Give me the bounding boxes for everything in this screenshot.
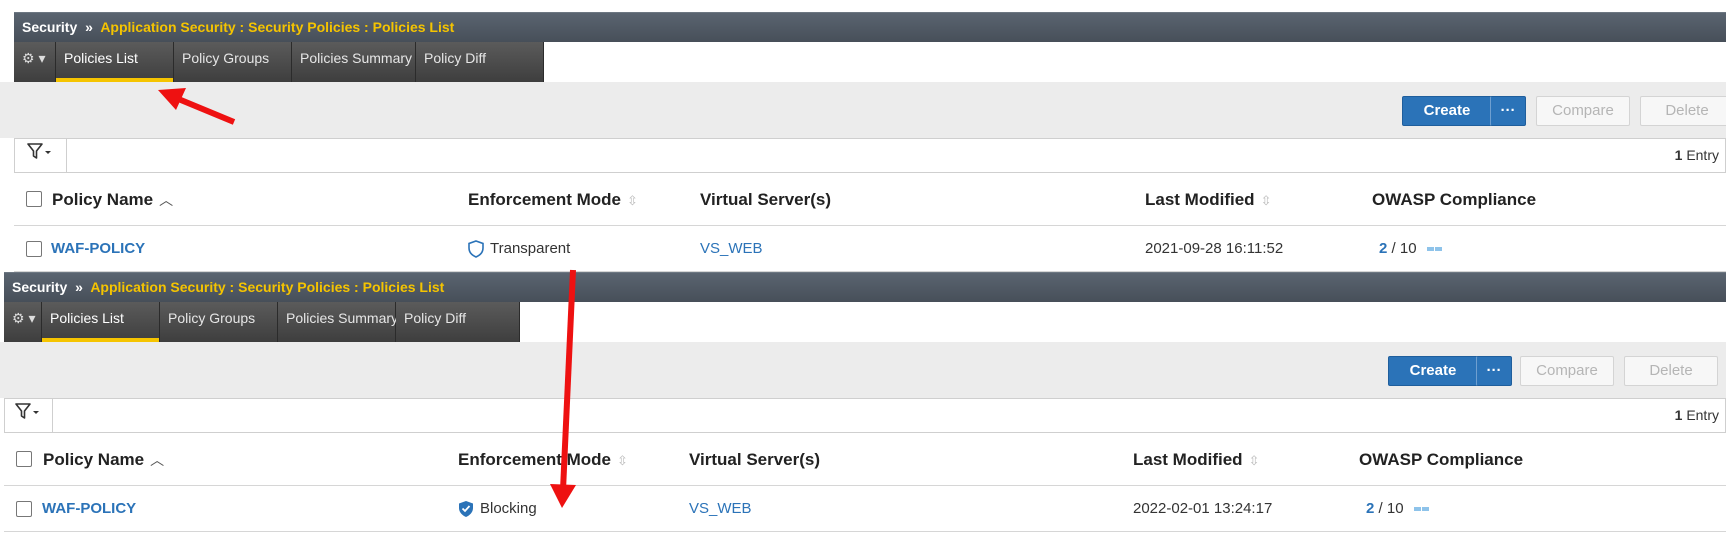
policy-name-link[interactable]: WAF-POLICY bbox=[51, 226, 145, 272]
column-header-enforcement-mode[interactable]: Enforcement Mode ⇳ bbox=[468, 173, 638, 227]
compare-button[interactable]: Compare bbox=[1536, 96, 1630, 126]
table-header: Policy Name ︿ Enforcement Mode ⇳ Virtual S… bbox=[14, 173, 1726, 226]
tab-policies-list[interactable]: Policies List bbox=[56, 42, 174, 82]
filter-funnel-icon bbox=[27, 143, 51, 159]
select-all-checkbox[interactable] bbox=[16, 451, 32, 467]
tab-policy-diff[interactable]: Policy Diff bbox=[416, 42, 544, 82]
policies-panel-before: Security » Application Security : Securi… bbox=[0, 0, 1726, 275]
row-checkbox[interactable] bbox=[26, 240, 42, 257]
column-header-virtual-servers: Virtual Server(s) bbox=[689, 450, 821, 469]
tab-policy-groups[interactable]: Policy Groups bbox=[174, 42, 292, 82]
delete-button[interactable]: Delete bbox=[1624, 356, 1718, 386]
column-header-last-modified[interactable]: Last Modified ⇳ bbox=[1133, 433, 1259, 487]
sort-ascending-icon: ︿ bbox=[150, 452, 165, 468]
breadcrumb: Application Security : Security Policies… bbox=[100, 19, 455, 35]
enforcement-mode-value: Blocking bbox=[480, 500, 537, 517]
column-header-policy-name[interactable]: Policy Name ︿ bbox=[43, 433, 164, 487]
enforcement-mode-header-label: Enforcement Mode bbox=[468, 190, 622, 209]
shield-outline-icon bbox=[468, 240, 484, 258]
sort-ascending-icon: ︿ bbox=[159, 192, 174, 208]
column-header-owasp: OWASP Compliance bbox=[1359, 450, 1524, 469]
tab-policies-summary[interactable]: Policies Summary bbox=[278, 302, 398, 342]
table-row: WAF-POLICY Blocking VS_WEB 2022-02-01 13… bbox=[4, 486, 1726, 532]
owasp-total: / 10 bbox=[1378, 500, 1404, 517]
create-options-button[interactable]: ··· bbox=[1490, 96, 1526, 126]
column-header-enforcement-mode[interactable]: Enforcement Mode ⇳ bbox=[458, 433, 628, 487]
filter-icon[interactable] bbox=[5, 399, 53, 432]
section-title: Security bbox=[12, 279, 68, 295]
virtual-server-link[interactable]: VS_WEB bbox=[689, 486, 752, 532]
virtual-server-link[interactable]: VS_WEB bbox=[700, 226, 763, 272]
title-bar: Security » Application Security : Securi… bbox=[14, 12, 1726, 42]
delete-button[interactable]: Delete bbox=[1640, 96, 1726, 126]
gear-menu-icon[interactable]: ⚙ ▾ bbox=[14, 42, 56, 82]
create-options-button[interactable]: ··· bbox=[1476, 356, 1512, 386]
entry-count: 1 Entry bbox=[1675, 399, 1719, 432]
filter-bar: 1 Entry bbox=[4, 398, 1726, 433]
enforcement-mode-cell: Transparent bbox=[468, 226, 570, 272]
breadcrumb-separator: » bbox=[85, 19, 93, 35]
tab-policies-summary[interactable]: Policies Summary bbox=[292, 42, 416, 82]
enforcement-mode-value: Transparent bbox=[490, 240, 571, 257]
owasp-progress-bar bbox=[1426, 247, 1442, 252]
entry-count-number: 1 bbox=[1674, 407, 1683, 423]
breadcrumb-separator: » bbox=[75, 279, 83, 295]
column-header-last-modified[interactable]: Last Modified ⇳ bbox=[1145, 173, 1271, 227]
owasp-total: / 10 bbox=[1391, 240, 1417, 257]
owasp-score: 2 bbox=[1379, 240, 1388, 257]
owasp-progress-bar bbox=[1413, 507, 1429, 512]
create-button[interactable]: Create bbox=[1388, 356, 1478, 386]
entry-count: 1 Entry bbox=[1675, 139, 1719, 172]
column-header-policy-name[interactable]: Policy Name ︿ bbox=[52, 173, 173, 227]
section-title: Security bbox=[22, 19, 78, 35]
sort-icon: ⇳ bbox=[1260, 193, 1272, 208]
action-bar: Create ··· Compare Delete bbox=[0, 82, 1726, 138]
tab-policy-diff[interactable]: Policy Diff bbox=[396, 302, 520, 342]
entry-count-number: 1 bbox=[1674, 147, 1683, 163]
table-row: WAF-POLICY Transparent VS_WEB 2021-09-28… bbox=[14, 226, 1726, 272]
column-header-virtual-servers: Virtual Server(s) bbox=[700, 190, 832, 209]
entry-count-label: Entry bbox=[1686, 147, 1719, 163]
row-checkbox[interactable] bbox=[16, 500, 32, 517]
owasp-compliance-cell[interactable]: 2 / 10 bbox=[1366, 486, 1430, 532]
tab-policies-list[interactable]: Policies List bbox=[42, 302, 160, 342]
policy-name-header-label: Policy Name bbox=[43, 450, 145, 469]
policy-name-header-label: Policy Name bbox=[52, 190, 154, 209]
filter-funnel-icon bbox=[15, 403, 39, 419]
sort-icon: ⇳ bbox=[617, 453, 628, 468]
action-bar: Create ··· Compare Delete bbox=[0, 342, 1726, 398]
policy-name-link[interactable]: WAF-POLICY bbox=[42, 486, 136, 532]
sort-icon: ⇳ bbox=[627, 193, 638, 208]
last-modified-value: 2021-09-28 16:11:52 bbox=[1145, 240, 1284, 257]
last-modified-header-label: Last Modified bbox=[1145, 190, 1255, 209]
last-modified-value: 2022-02-01 13:24:17 bbox=[1133, 500, 1273, 517]
title-bar: Security » Application Security : Securi… bbox=[4, 272, 1726, 302]
gear-menu-icon[interactable]: ⚙ ▾ bbox=[4, 302, 42, 342]
create-button[interactable]: Create bbox=[1402, 96, 1492, 126]
enforcement-mode-header-label: Enforcement Mode bbox=[458, 450, 612, 469]
select-all-checkbox[interactable] bbox=[26, 191, 42, 207]
breadcrumb: Application Security : Security Policies… bbox=[90, 279, 445, 295]
shield-check-icon bbox=[459, 501, 473, 518]
policies-panel-after: Security » Application Security : Securi… bbox=[0, 272, 1726, 550]
table-header: Policy Name ︿ Enforcement Mode ⇳ Virtual S… bbox=[4, 433, 1726, 486]
filter-bar: 1 Entry bbox=[14, 138, 1726, 173]
sort-icon: ⇳ bbox=[1248, 453, 1260, 468]
filter-icon[interactable] bbox=[15, 139, 67, 172]
enforcement-mode-cell: Blocking bbox=[458, 486, 537, 532]
entry-count-label: Entry bbox=[1686, 407, 1719, 423]
last-modified-header-label: Last Modified bbox=[1133, 450, 1243, 469]
compare-button[interactable]: Compare bbox=[1520, 356, 1614, 386]
column-header-owasp: OWASP Compliance bbox=[1372, 190, 1537, 209]
tab-policy-groups[interactable]: Policy Groups bbox=[160, 302, 278, 342]
owasp-score: 2 bbox=[1366, 500, 1375, 517]
owasp-compliance-cell[interactable]: 2 / 10 bbox=[1379, 226, 1443, 272]
